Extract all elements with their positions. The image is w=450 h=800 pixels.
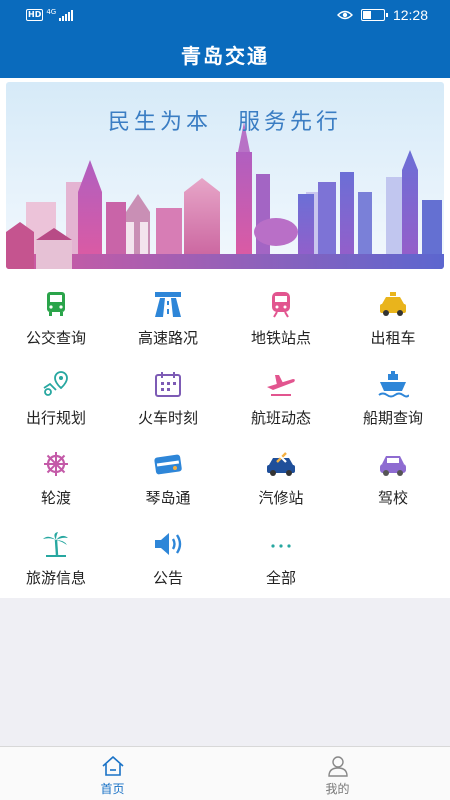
service-bus[interactable]: 公交查询 — [0, 276, 112, 356]
card-icon — [152, 450, 184, 478]
battery-icon — [360, 9, 388, 21]
service-label: 火车时刻 — [137, 409, 198, 427]
service-highway[interactable]: 高速路况 — [112, 276, 224, 356]
banner-image[interactable]: 民生为本 服务先行 — [6, 82, 444, 269]
bottom-tab-bar: 首页 我的 — [0, 746, 450, 800]
bus-icon — [40, 290, 72, 318]
service-car[interactable]: 驾校 — [337, 436, 449, 516]
service-grid: 公交查询 高速路况 地铁站点 出租车出行规划 火车时刻 航班动态 船期查询轮渡 琴岛通 汽修站 驾… — [0, 274, 450, 598]
service-label: 全部 — [265, 569, 296, 587]
service-label: 地铁站点 — [250, 329, 311, 347]
ship-wheel-icon — [40, 450, 72, 478]
service-label: 汽修站 — [258, 489, 304, 507]
car-repair-icon — [265, 450, 297, 478]
service-palm-tree[interactable]: 旅游信息 — [0, 516, 112, 596]
status-time: 12:28 — [392, 7, 428, 23]
service-speaker[interactable]: 公告 — [112, 516, 224, 596]
service-more-dots[interactable]: 全部 — [225, 516, 337, 596]
service-airplane[interactable]: 航班动态 — [225, 356, 337, 436]
status-right: 12:28 — [336, 7, 428, 23]
calendar-icon — [152, 370, 184, 398]
more-dots-icon — [265, 530, 297, 558]
speaker-icon — [152, 530, 184, 558]
service-label: 旅游信息 — [25, 569, 86, 587]
network-label: 4G — [46, 8, 57, 16]
ship-icon — [377, 370, 410, 398]
service-calendar[interactable]: 火车时刻 — [112, 356, 224, 436]
status-left: HD 4G — [26, 8, 74, 21]
service-label: 公告 — [152, 569, 183, 587]
app-header: HD 4G 12:28 青岛交通 — [0, 0, 450, 78]
user-icon — [328, 756, 348, 777]
service-label: 轮渡 — [40, 489, 71, 507]
status-bar: HD 4G 12:28 — [0, 0, 450, 32]
service-label: 出租车 — [370, 329, 416, 347]
service-label: 出行规划 — [25, 409, 86, 427]
service-label: 船期查询 — [362, 409, 423, 427]
service-card[interactable]: 琴岛通 — [112, 436, 224, 516]
service-ship-wheel[interactable]: 轮渡 — [0, 436, 112, 516]
highway-icon — [152, 290, 184, 318]
airplane-icon — [265, 370, 297, 398]
hd-badge: HD — [26, 9, 44, 21]
route-plan-icon — [40, 370, 72, 398]
tab-home[interactable]: 首页 — [0, 747, 225, 800]
service-car-repair[interactable]: 汽修站 — [225, 436, 337, 516]
palm-tree-icon — [40, 530, 72, 558]
home-icon — [102, 756, 124, 776]
service-label: 琴岛通 — [145, 489, 191, 507]
eye-comfort-icon — [336, 10, 353, 20]
tab-mine[interactable]: 我的 — [225, 747, 450, 800]
tab-home-label: 首页 — [100, 782, 125, 796]
page-title: 青岛交通 — [181, 44, 269, 68]
service-subway[interactable]: 地铁站点 — [225, 276, 337, 356]
car-icon — [377, 450, 409, 478]
service-label: 高速路况 — [137, 329, 198, 347]
service-ship[interactable]: 船期查询 — [337, 356, 449, 436]
service-label: 公交查询 — [25, 329, 86, 347]
subway-icon — [265, 290, 297, 318]
service-taxi[interactable]: 出租车 — [337, 276, 449, 356]
service-label: 航班动态 — [250, 409, 311, 427]
banner-section: 民生为本 服务先行 — [0, 78, 450, 274]
banner-slogan: 民生为本 服务先行 — [107, 110, 342, 135]
service-label: 驾校 — [377, 489, 408, 507]
taxi-icon — [377, 290, 409, 318]
service-route-plan[interactable]: 出行规划 — [0, 356, 112, 436]
signal-icon — [59, 9, 74, 21]
tab-mine-label: 我的 — [325, 782, 350, 796]
